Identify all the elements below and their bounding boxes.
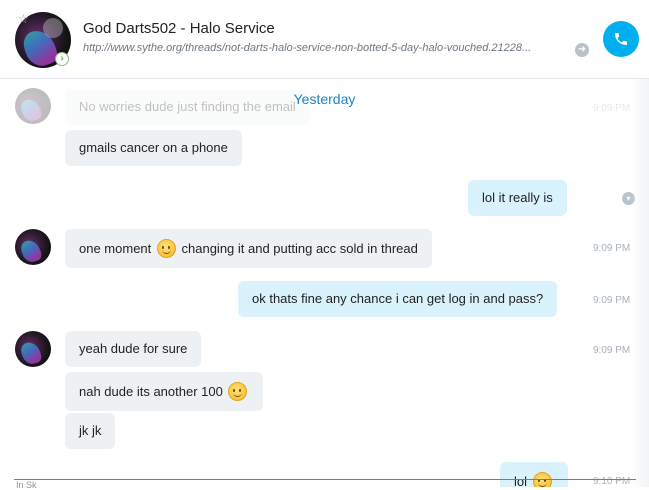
message-bubble[interactable]: ok thats fine any chance i can get log i… [238, 281, 558, 317]
scroll-edge [631, 79, 649, 487]
message-bubble[interactable]: jk jk [65, 413, 116, 449]
composer-divider [14, 479, 636, 480]
star-outline-icon[interactable]: ☆ [18, 13, 29, 25]
message-bubble[interactable]: one moment changing it and putting acc s… [65, 229, 432, 268]
message-bubble[interactable]: nah dude its another 100 [65, 372, 264, 411]
message-text: changing it and putting acc sold in thre… [181, 241, 418, 256]
phone-icon [615, 33, 627, 45]
message-bubble[interactable]: yeah dude for sure [65, 331, 202, 367]
contact-avatar-small[interactable] [15, 331, 51, 367]
day-separator: Yesterday [293, 91, 356, 107]
smirk-emoji-icon [228, 382, 248, 401]
conversation-header: ☆ › God Darts502 - Halo Service http://w… [0, 0, 649, 79]
message-bubble[interactable]: lol it really is [468, 180, 567, 216]
message-text: one moment [79, 241, 152, 256]
message-text: nah dude its another 100 [79, 384, 223, 399]
message-time: 9:10 PM [593, 476, 631, 487]
mood-message-link[interactable]: http://www.sythe.org/threads/not-darts-h… [83, 42, 573, 54]
message-time: 9:09 PM [593, 295, 631, 306]
message-time: 9:09 PM [593, 243, 631, 254]
message-bubble[interactable]: lol [500, 462, 568, 487]
online-arrow-icon: › [55, 52, 69, 66]
message-list[interactable]: No worries dude just finding the email 9… [0, 79, 649, 487]
message-text: lol [514, 474, 528, 487]
message-bubble[interactable]: gmails cancer on a phone [65, 130, 242, 166]
message-time: 9:09 PM [593, 345, 631, 356]
contact-name[interactable]: God Darts502 - Halo Service [83, 20, 275, 37]
contact-avatar-small[interactable] [15, 229, 51, 265]
arrow-right-icon[interactable]: ➜ [575, 43, 589, 57]
composer-input[interactable]: In Sk [16, 480, 37, 490]
call-button[interactable] [603, 21, 639, 57]
smile-emoji-icon [156, 239, 176, 258]
